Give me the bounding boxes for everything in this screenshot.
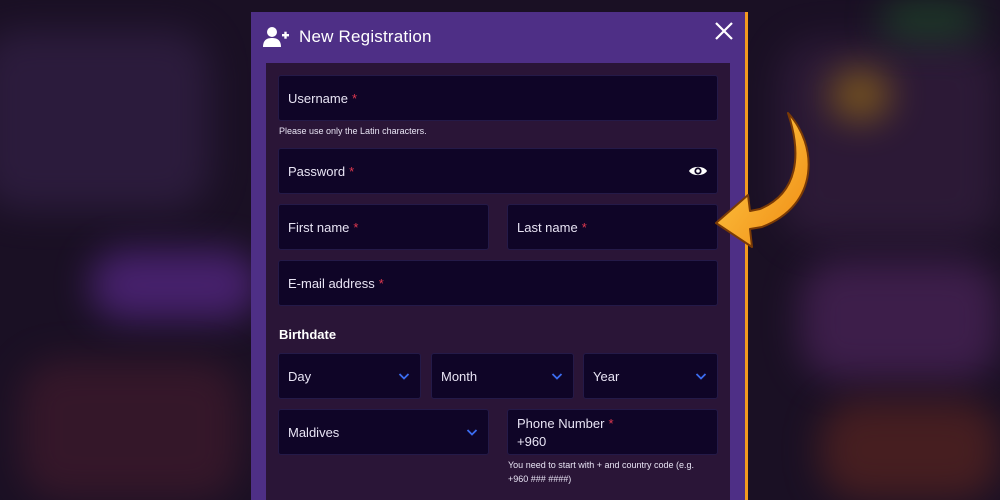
background-blob bbox=[880, 0, 980, 40]
birthdate-label: Birthdate bbox=[279, 327, 337, 342]
background-blob bbox=[90, 250, 260, 320]
phone-label: Phone Number bbox=[517, 415, 605, 431]
background-blob bbox=[0, 30, 210, 210]
chevron-down-icon bbox=[551, 373, 563, 380]
phone-value: +960 bbox=[517, 433, 547, 449]
modal-title: New Registration bbox=[299, 27, 432, 46]
required-marker: * bbox=[353, 219, 359, 235]
phone-label-row: Phone Number * bbox=[517, 416, 614, 431]
first-name-label: First name bbox=[288, 219, 350, 235]
registration-form: Username * Please use only the Latin cha… bbox=[266, 63, 730, 500]
chevron-down-icon bbox=[466, 429, 478, 436]
background-blob bbox=[830, 70, 890, 120]
required-marker: * bbox=[378, 275, 384, 291]
registration-modal: New Registration Username * Please use o… bbox=[251, 12, 748, 500]
username-field[interactable]: Username * bbox=[278, 75, 718, 121]
password-label: Password bbox=[288, 163, 346, 179]
required-marker: * bbox=[581, 219, 587, 235]
background-blob bbox=[820, 400, 1000, 500]
phone-number-field[interactable]: Phone Number * +960 bbox=[507, 409, 718, 455]
country-select-value: Maldives bbox=[288, 424, 340, 440]
country-select[interactable]: Maldives bbox=[278, 409, 489, 455]
required-marker: * bbox=[351, 90, 358, 106]
phone-hint-line2: +960 ### ####) bbox=[508, 474, 572, 484]
first-name-field[interactable]: First name * bbox=[278, 204, 489, 250]
year-select[interactable]: Year bbox=[583, 353, 718, 399]
modal-header: New Registration bbox=[251, 12, 745, 62]
chevron-down-icon bbox=[695, 373, 707, 380]
required-marker: * bbox=[608, 415, 614, 431]
last-name-label: Last name bbox=[517, 219, 578, 235]
year-select-value: Year bbox=[593, 368, 620, 384]
background-blob bbox=[800, 260, 1000, 380]
day-select-value: Day bbox=[288, 368, 312, 384]
month-select-value: Month bbox=[441, 368, 478, 384]
close-icon[interactable] bbox=[713, 20, 735, 42]
last-name-field[interactable]: Last name * bbox=[507, 204, 718, 250]
password-field[interactable]: Password * bbox=[278, 148, 718, 194]
day-select[interactable]: Day bbox=[278, 353, 421, 399]
chevron-down-icon bbox=[398, 373, 410, 380]
phone-hint-line1: You need to start with + and country cod… bbox=[508, 460, 695, 470]
background-blob bbox=[20, 360, 240, 500]
username-hint: Please use only the Latin characters. bbox=[279, 126, 427, 136]
month-select[interactable]: Month bbox=[431, 353, 574, 399]
username-label: Username bbox=[288, 90, 348, 106]
user-plus-icon bbox=[263, 27, 289, 47]
email-field[interactable]: E-mail address * bbox=[278, 260, 718, 306]
required-marker: * bbox=[349, 163, 355, 179]
email-label: E-mail address bbox=[288, 275, 375, 291]
pointer-arrow-icon bbox=[715, 112, 810, 248]
